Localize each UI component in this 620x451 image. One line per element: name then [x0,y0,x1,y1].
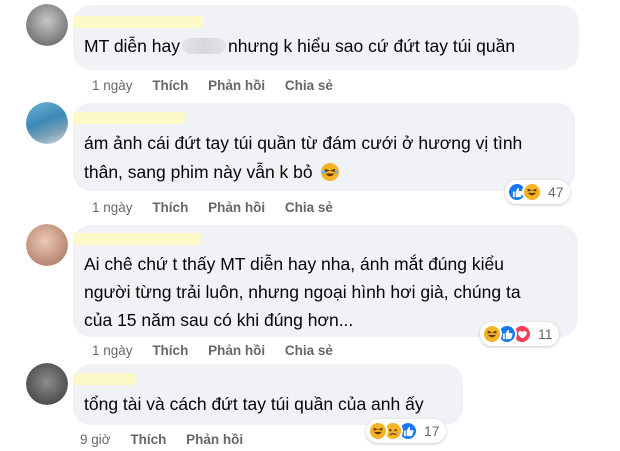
haha-icon [368,421,388,441]
reaction-count: 47 [548,184,564,200]
comment-text-line-2: thân, sang phim này vẫn k bỏ [84,157,339,188]
comment-text: MT diễn hay nhưng k hiểu sao cứ đứt tay t… [84,36,516,56]
reaction-summary[interactable]: 17 [366,419,446,443]
blurred-text [181,38,226,54]
haha-icon [522,182,542,202]
share-button[interactable]: Chia sẻ [285,200,333,215]
comment-actions: 1 ngày Thích Phản hồi Chia sẻ [92,78,349,93]
reply-button[interactable]: Phản hồi [186,432,243,447]
redacted-author-name[interactable] [73,373,135,385]
reply-button[interactable]: Phản hồi [208,200,265,215]
avatar[interactable] [26,102,68,144]
comment-text-line-2: người từng trải luôn, nhưng ngoại hình h… [84,282,521,302]
reaction-summary[interactable]: 11 [480,322,559,346]
reaction-summary[interactable]: 47 [505,180,570,204]
haha-icon [482,324,502,344]
like-button[interactable]: Thích [152,343,188,358]
redacted-author-name[interactable] [73,112,185,124]
comment-text: tổng tài và cách đứt tay túi quần của an… [84,394,424,414]
avatar[interactable] [26,4,68,46]
timestamp[interactable]: 1 ngày [92,78,133,93]
comment-text-line-1: ám ảnh cái đứt tay túi quần từ đám cưới … [84,133,523,153]
comment-actions: 1 ngày Thích Phản hồi Chia sẻ [92,200,349,215]
reply-button[interactable]: Phản hồi [208,343,265,358]
comment-text-line-3: của 15 năm sau có khi đúng hơn... [84,310,354,330]
avatar[interactable] [26,224,68,266]
redacted-author-name[interactable] [73,16,203,28]
reply-button[interactable]: Phản hồi [208,78,265,93]
comment-text-line-1: Ai chê chứ t thấy MT diễn hay nha, ánh m… [84,254,504,274]
comment-actions: 1 ngày Thích Phản hồi Chia sẻ [92,343,349,358]
like-button[interactable]: Thích [130,432,166,447]
like-button[interactable]: Thích [152,78,188,93]
timestamp[interactable]: 9 giờ [80,432,111,447]
share-button[interactable]: Chia sẻ [285,78,333,93]
share-button[interactable]: Chia sẻ [285,343,333,358]
timestamp[interactable]: 1 ngày [92,200,133,215]
reaction-count: 17 [424,423,440,439]
reaction-count: 11 [538,326,553,342]
like-button[interactable]: Thích [152,200,188,215]
laughing-emoji-icon [320,163,339,181]
timestamp[interactable]: 1 ngày [92,343,133,358]
redacted-author-name[interactable] [73,233,201,245]
comment-actions: 9 giờ Thích Phản hồi [80,432,259,447]
avatar[interactable] [26,363,68,405]
